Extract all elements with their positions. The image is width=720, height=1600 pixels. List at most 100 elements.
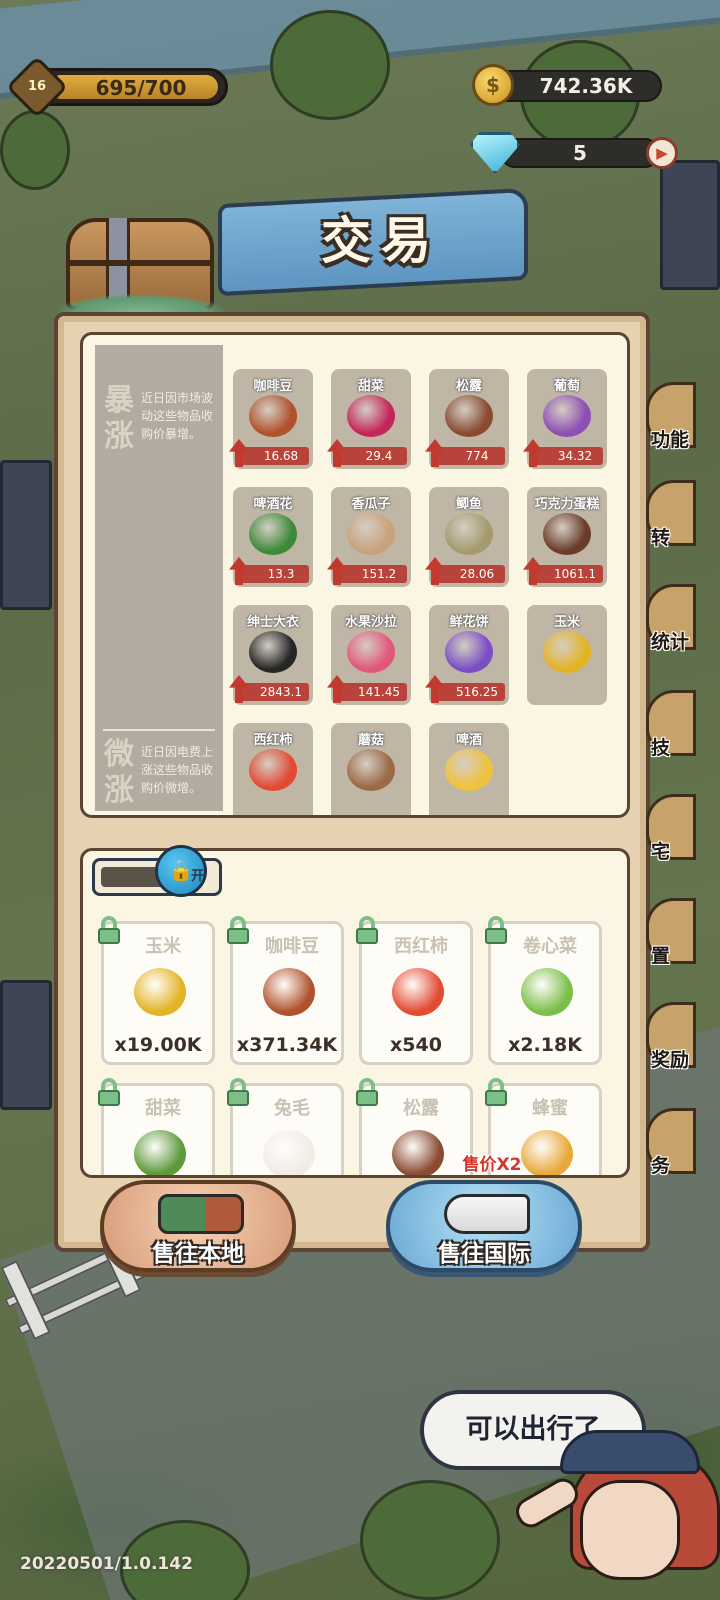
good-icon bbox=[347, 395, 395, 437]
item-name: 兔毛 bbox=[274, 1098, 310, 1119]
market-good-item[interactable]: 咖啡豆 16.68 bbox=[229, 369, 313, 469]
item-name: 甜菜 bbox=[145, 1098, 181, 1119]
good-name: 鲫鱼 bbox=[455, 497, 482, 512]
good-icon bbox=[347, 631, 395, 673]
category-desc-rise: 近日因电费上涨这些物品收购价微增。 bbox=[141, 745, 214, 795]
sell-local-button[interactable]: 售往本地 bbox=[100, 1180, 296, 1272]
side-menu-button[interactable]: 宅 bbox=[646, 794, 696, 863]
good-price: 16.68 bbox=[239, 447, 309, 465]
market-good-item[interactable]: 甜菜 29.4 bbox=[327, 369, 411, 469]
good-name: 松露 bbox=[455, 379, 482, 394]
sell-local-label: 售往本地 bbox=[152, 1241, 244, 1267]
coin-icon: $ bbox=[472, 64, 514, 106]
gem-counter[interactable]: 5 bbox=[500, 138, 660, 168]
side-menu-label: 置 bbox=[651, 945, 671, 967]
play-icon[interactable]: ▶ bbox=[646, 137, 678, 169]
good-name: 啤酒 bbox=[455, 733, 482, 748]
good-name: 咖啡豆 bbox=[253, 379, 293, 394]
good-name: 玉米 bbox=[553, 615, 580, 630]
category-divider bbox=[103, 729, 215, 731]
side-menu-button[interactable]: 转 bbox=[646, 480, 696, 549]
good-icon bbox=[543, 513, 591, 555]
good-icon bbox=[543, 395, 591, 437]
good-name: 葡萄 bbox=[553, 379, 580, 394]
market-good-item[interactable]: 松露 774 bbox=[425, 369, 509, 469]
side-menu-button[interactable]: 置 bbox=[646, 898, 696, 967]
sell-bonus-label: 售价X2 bbox=[462, 1155, 522, 1175]
item-quantity: x540 bbox=[390, 1034, 442, 1056]
market-good-item[interactable]: 鲜花饼 516.25 bbox=[425, 605, 509, 705]
good-price: 141.45 bbox=[337, 683, 407, 701]
good-name: 蘑菇 bbox=[357, 733, 384, 748]
good-price: 13.3 bbox=[239, 565, 309, 583]
side-menu-button[interactable]: 功能 bbox=[646, 382, 696, 451]
farm-house[interactable] bbox=[0, 460, 52, 610]
market-good-item[interactable]: 巧克力蛋糕 1061.1 bbox=[523, 487, 607, 587]
xp-text: 695/700 bbox=[95, 76, 187, 100]
category-tag-rise: 微涨 bbox=[104, 737, 134, 808]
inventory-item[interactable]: 玉米 x19.00K bbox=[98, 916, 215, 1065]
side-menu-button[interactable]: 奖励 bbox=[646, 1002, 696, 1071]
tree bbox=[270, 10, 390, 120]
coin-counter[interactable]: 742.36K bbox=[490, 70, 662, 102]
xp-bar[interactable]: 16 695/700 bbox=[5, 55, 228, 119]
good-price: 151.2 bbox=[337, 565, 407, 583]
character-face bbox=[580, 1480, 680, 1580]
cottage[interactable] bbox=[660, 160, 720, 290]
market-good-item[interactable]: 蘑菇 bbox=[331, 723, 411, 815]
side-menu-button[interactable]: 务 bbox=[646, 1108, 696, 1177]
good-name: 西红柿 bbox=[253, 733, 293, 748]
item-name: 西红柿 bbox=[394, 936, 448, 957]
good-name: 香瓜子 bbox=[351, 497, 391, 512]
market-category-column: 暴涨 近日因市场波动这些物品收购价暴增。 微涨 近日因电费上涨这些物品收购价微增… bbox=[95, 345, 223, 811]
good-price: 1061.1 bbox=[533, 565, 603, 583]
good-price: 774 bbox=[435, 447, 505, 465]
market-good-item[interactable]: 西红柿 bbox=[233, 723, 313, 815]
side-menu-label: 统计 bbox=[651, 631, 690, 653]
good-icon bbox=[445, 749, 493, 791]
side-menu-button[interactable]: 统计 bbox=[646, 584, 696, 653]
good-price: 28.06 bbox=[435, 565, 505, 583]
good-price: 34.32 bbox=[533, 447, 603, 465]
side-menu-label: 务 bbox=[651, 1155, 671, 1177]
side-menu-button[interactable]: 技 bbox=[646, 690, 696, 759]
market-good-item[interactable]: 香瓜子 151.2 bbox=[327, 487, 411, 587]
lock-toggle[interactable]: 🔒 开 bbox=[92, 845, 222, 897]
market-good-item[interactable]: 啤酒花 13.3 bbox=[229, 487, 313, 587]
good-icon bbox=[249, 513, 297, 555]
inventory-item[interactable]: 西红柿 x540 bbox=[356, 916, 473, 1065]
market-price-list[interactable]: 暴涨 近日因市场波动这些物品收购价暴增。 微涨 近日因电费上涨这些物品收购价微增… bbox=[80, 332, 630, 818]
inventory-item[interactable]: 兔毛 bbox=[227, 1078, 344, 1175]
side-menu-label: 宅 bbox=[651, 841, 671, 863]
category-desc-surge: 近日因市场波动这些物品收购价暴增。 bbox=[141, 391, 214, 441]
item-icon bbox=[263, 968, 315, 1016]
inventory-item[interactable]: 卷心菜 x2.18K bbox=[485, 916, 602, 1065]
sell-international-label: 售往国际 bbox=[438, 1241, 530, 1267]
good-icon bbox=[445, 395, 493, 437]
inventory-item[interactable]: 甜菜 bbox=[98, 1078, 215, 1175]
barn[interactable] bbox=[0, 980, 52, 1110]
market-good-item[interactable]: 啤酒 bbox=[429, 723, 509, 815]
good-name: 甜菜 bbox=[357, 379, 384, 394]
inventory-item[interactable]: 咖啡豆 x371.34K bbox=[227, 916, 344, 1065]
good-name: 啤酒花 bbox=[253, 497, 293, 512]
item-icon bbox=[392, 1130, 444, 1175]
item-quantity: x371.34K bbox=[236, 1034, 338, 1056]
market-good-item[interactable]: 玉米 bbox=[527, 605, 607, 705]
side-menu-label: 功能 bbox=[651, 429, 690, 451]
item-name: 卷心菜 bbox=[523, 936, 577, 957]
market-good-item[interactable]: 葡萄 34.32 bbox=[523, 369, 607, 469]
item-icon bbox=[263, 1130, 315, 1175]
category-tag-surge: 暴涨 bbox=[104, 383, 134, 454]
version-text: 20220501/1.0.142 bbox=[20, 1554, 193, 1574]
market-good-item[interactable]: 绅士大衣 2843.1 bbox=[229, 605, 313, 705]
market-good-item[interactable]: 鲫鱼 28.06 bbox=[425, 487, 509, 587]
good-price: 516.25 bbox=[435, 683, 505, 701]
good-price: 29.4 bbox=[337, 447, 407, 465]
sell-international-button[interactable]: 售往国际 bbox=[386, 1180, 582, 1272]
inventory-list[interactable]: 玉米 x19.00K 咖啡豆 x371.34K 西红柿 x540 卷心菜 x2.18K 甜菜 兔毛… bbox=[80, 848, 630, 1178]
good-price: 2843.1 bbox=[239, 683, 309, 701]
market-good-item[interactable]: 水果沙拉 141.45 bbox=[327, 605, 411, 705]
good-icon bbox=[249, 395, 297, 437]
item-quantity: x2.18K bbox=[508, 1034, 582, 1056]
